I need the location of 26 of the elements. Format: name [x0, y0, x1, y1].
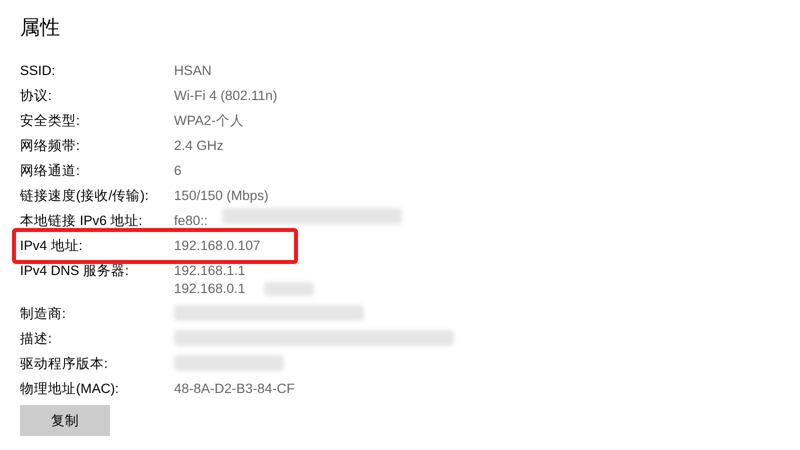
property-value: Wi-Fi 4 (802.11n)	[174, 87, 278, 105]
property-label: IPv4 DNS 服务器:	[20, 262, 130, 280]
property-value: 2.4 GHz	[174, 137, 224, 155]
property-label: 描述:	[20, 330, 53, 348]
property-label: 驱动程序版本:	[20, 355, 109, 373]
property-value: 192.168.0.107	[174, 237, 260, 255]
property-value: 192.168.0.1	[174, 280, 246, 298]
property-label: IPv4 地址:	[20, 237, 84, 255]
property-label: 安全类型:	[20, 112, 81, 130]
property-label: SSID:	[20, 62, 56, 80]
property-value: 150/150 (Mbps)	[174, 187, 269, 205]
property-value: 6	[174, 162, 182, 180]
property-value: HSAN	[174, 62, 212, 80]
property-label: 协议:	[20, 87, 53, 105]
property-label: 制造商:	[20, 305, 67, 323]
property-label: 本地链接 IPv6 地址:	[20, 212, 144, 230]
property-label: 链接速度(接收/传输):	[20, 187, 150, 205]
property-value: WPA2-个人	[174, 112, 244, 130]
property-value: fe80::	[174, 212, 208, 230]
property-value: 192.168.1.1	[174, 262, 246, 280]
property-label: 网络频带:	[20, 137, 81, 155]
property-value: 48-8A-D2-B3-84-CF	[174, 380, 295, 398]
copy-button[interactable]: 复制	[20, 405, 110, 436]
property-label: 网络通道:	[20, 162, 81, 180]
property-label: 物理地址(MAC):	[20, 380, 120, 398]
page-title: 属性	[20, 16, 61, 41]
